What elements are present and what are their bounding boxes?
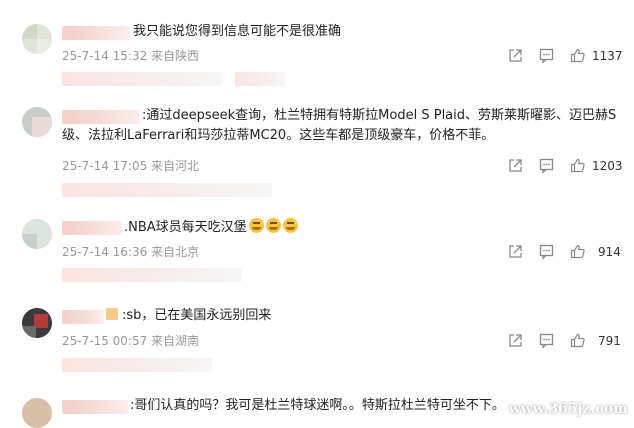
share-icon[interactable] bbox=[508, 158, 523, 173]
sweat-smile-emoji-icon bbox=[265, 218, 281, 233]
thumbs-up-icon[interactable] bbox=[570, 158, 585, 173]
comment-meta: 25-7-14 17:05 来自河北 bbox=[62, 159, 200, 173]
avatar[interactable] bbox=[22, 308, 52, 338]
share-icon[interactable] bbox=[508, 48, 523, 63]
comment-text-content: .NBA球员每天吃汉堡 bbox=[124, 220, 247, 235]
reply-preview[interactable] bbox=[62, 268, 242, 282]
comment-text: .NBA球员每天吃汉堡 bbox=[124, 218, 298, 238]
comment-text: :通过deepseek查询，杜兰特拥有特斯拉Model S Plaid、劳斯莱斯… bbox=[62, 108, 617, 143]
comment-text: :哥们认真的吗？我可是杜兰特球迷啊。。特斯拉杜兰特可坐不下。 bbox=[130, 398, 505, 413]
avatar[interactable] bbox=[22, 107, 52, 137]
comment-meta: 25-7-15 00:57 来自湖南 bbox=[62, 334, 200, 348]
avatar[interactable] bbox=[22, 219, 52, 249]
user-badge bbox=[106, 308, 118, 320]
sweat-smile-emoji-icon bbox=[248, 218, 264, 233]
comment-item: .NBA球员每天吃汉堡 25-7-14 16:36 来自北京 914 bbox=[0, 205, 634, 290]
share-icon[interactable] bbox=[508, 244, 523, 259]
like-count: 791 bbox=[598, 334, 621, 348]
comment-text: 我只能说您得到信息可能不是很准确 bbox=[133, 24, 342, 39]
watermark: www.365jz.com bbox=[508, 401, 628, 417]
username[interactable] bbox=[62, 310, 104, 324]
comment-icon[interactable] bbox=[539, 48, 554, 63]
avatar[interactable] bbox=[22, 398, 52, 428]
reply-preview[interactable] bbox=[235, 72, 285, 86]
comment-icon[interactable] bbox=[539, 244, 554, 259]
username[interactable] bbox=[62, 221, 122, 235]
comment-icon[interactable] bbox=[539, 333, 554, 348]
comment-meta: 25-7-14 15:32 来自陕西 bbox=[62, 49, 200, 63]
share-icon[interactable] bbox=[508, 333, 523, 348]
thumbs-up-icon[interactable] bbox=[570, 48, 585, 63]
reply-preview[interactable] bbox=[62, 183, 272, 197]
username[interactable] bbox=[62, 400, 128, 414]
comment-text-content: :sb，已在美国永远别回来 bbox=[122, 308, 272, 323]
username[interactable] bbox=[62, 26, 130, 40]
sweat-smile-emoji-icon bbox=[282, 218, 298, 233]
comment-item: :sb，已在美国永远别回来 25-7-15 00:57 来自湖南 791 bbox=[0, 290, 634, 380]
reply-preview[interactable] bbox=[62, 358, 212, 372]
like-count: 1203 bbox=[592, 159, 623, 173]
comment-item: 我只能说您得到信息可能不是很准确 25-7-14 15:32 来自陕西 1137 bbox=[0, 0, 634, 95]
comment-icon[interactable] bbox=[539, 158, 554, 173]
reply-preview[interactable] bbox=[62, 72, 222, 86]
like-count: 1137 bbox=[592, 49, 623, 63]
comment-item: :通过deepseek查询，杜兰特拥有特斯拉Model S Plaid、劳斯莱斯… bbox=[0, 95, 634, 205]
like-count: 914 bbox=[598, 245, 621, 259]
avatar[interactable] bbox=[22, 24, 52, 54]
comment-meta: 25-7-14 16:36 来自北京 bbox=[62, 245, 200, 259]
thumbs-up-icon[interactable] bbox=[570, 244, 585, 259]
thumbs-up-icon[interactable] bbox=[570, 333, 585, 348]
comment-text: :sb，已在美国永远别回来 bbox=[106, 306, 271, 326]
